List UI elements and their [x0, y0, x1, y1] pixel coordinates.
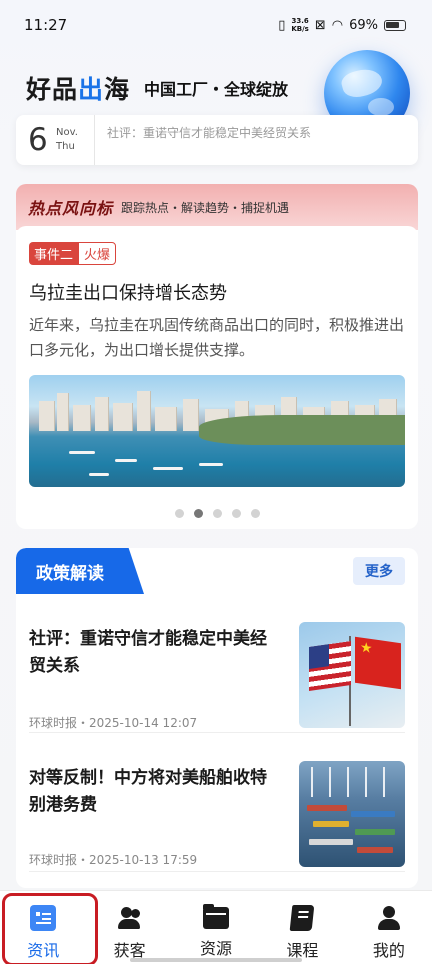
news-icon — [30, 905, 57, 931]
no-sim-icon: ⊠ — [314, 17, 326, 33]
hot-topics-title: 热点风向标 — [28, 199, 114, 218]
date-day: 6 — [28, 122, 48, 158]
china-flag — [355, 636, 401, 690]
folder-icon — [203, 904, 230, 929]
home-indicator[interactable] — [130, 958, 302, 962]
container-stack — [357, 847, 393, 853]
policy-header: 政策解读 更多 — [16, 548, 418, 594]
date-meta: Nov. Thu — [56, 126, 94, 154]
hot-topic-tags: 事件二 火爆 — [29, 242, 405, 265]
policy-tab[interactable]: 政策解读 — [16, 548, 144, 594]
book-icon — [290, 905, 315, 931]
news-title[interactable]: 社评：重诺守信才能稳定中美经贸关系 — [29, 626, 269, 680]
nav-label: 资源 — [200, 939, 233, 958]
building — [183, 399, 199, 431]
shoreline — [199, 415, 405, 445]
boat — [115, 459, 137, 462]
building — [113, 403, 133, 431]
bottom-nav: 资讯 获客 资源 课程 我的 — [0, 890, 432, 964]
status-icons: ▯ 33.6 KB/s ⊠ ◠ 69% — [278, 17, 406, 33]
brand-logo: 好品出海 — [26, 70, 130, 106]
building — [73, 405, 91, 431]
wifi-icon: ◠ — [331, 17, 344, 33]
date-weekday: Thu — [56, 141, 75, 152]
building — [39, 401, 55, 431]
crane — [329, 767, 331, 797]
news-meta: 环球时报・2025-10-13 17:59 — [29, 853, 198, 867]
nav-item-courses[interactable]: 课程 — [259, 891, 345, 964]
status-bar: 11:27 ▯ 33.6 KB/s ⊠ ◠ 69% — [0, 0, 432, 50]
building — [155, 407, 177, 431]
battery-percent: 69% — [349, 17, 378, 33]
carousel-dot[interactable] — [250, 509, 260, 518]
boat — [69, 451, 95, 454]
news-item[interactable]: 社评：重诺守信才能稳定中美经贸关系 环球时报・2025-10-14 12:07 — [29, 594, 405, 733]
brand-logo-accent: 出 — [78, 75, 105, 104]
boat — [153, 467, 183, 470]
flags-thumbnail[interactable] — [299, 622, 405, 728]
container-stack — [351, 811, 395, 817]
brand-header: 好品出海 中国工厂・全球绽放 — [26, 70, 288, 106]
hot-tag: 火爆 — [78, 242, 117, 265]
date-headline[interactable]: 社评：重诺守信才能稳定中美经贸关系 — [107, 124, 311, 141]
brand-logo-part1: 好品 — [26, 75, 79, 104]
divider — [94, 115, 95, 165]
hot-topic-title[interactable]: 乌拉圭出口保持增长态势 — [29, 279, 405, 305]
nav-label: 资讯 — [27, 941, 60, 960]
container-stack — [309, 839, 353, 845]
hot-topics-section: 热点风向标 跟踪热点・解读趋势・捕捉机遇 事件二 火爆 乌拉圭出口保持增长态势 … — [16, 184, 418, 529]
carousel-dot-active[interactable] — [193, 509, 203, 518]
more-button[interactable]: 更多 — [353, 557, 405, 585]
carousel-dot[interactable] — [231, 509, 241, 518]
building — [57, 393, 69, 431]
carousel-indicator[interactable] — [29, 509, 405, 518]
battery-icon — [384, 19, 406, 31]
status-time: 11:27 — [24, 16, 68, 34]
crane — [365, 767, 367, 797]
date-month: Nov. — [56, 127, 78, 138]
date-headline-card[interactable]: 6 Nov. Thu 社评：重诺守信才能稳定中美经贸关系 — [16, 115, 418, 165]
hot-topic-description: 近年来，乌拉圭在巩固传统商品出口的同时，积极推进出口多元化，为出口增长提供支撑。 — [29, 316, 405, 359]
hot-topics-header: 热点风向标 跟踪热点・解读趋势・捕捉机遇 — [16, 184, 418, 230]
crane — [383, 767, 385, 797]
boat — [199, 463, 223, 466]
hot-topic-card[interactable]: 事件二 火爆 乌拉圭出口保持增长态势 近年来，乌拉圭在巩固传统商品出口的同时，积… — [16, 226, 418, 518]
building — [137, 391, 151, 431]
hot-topics-subtitle: 跟踪热点・解读趋势・捕捉机遇 — [121, 200, 290, 215]
boat — [89, 473, 109, 476]
us-flag — [309, 641, 351, 691]
container-stack — [313, 821, 349, 827]
nav-item-customers[interactable]: 获客 — [86, 891, 172, 964]
container-stack — [355, 829, 395, 835]
news-item[interactable]: 对等反制！中方将对美船舶收特别港务费 环球时报・2025-10-13 17:59 — [29, 733, 405, 872]
container-stack — [307, 805, 347, 811]
harbor-image[interactable] — [29, 375, 405, 487]
brand-slogan: 中国工厂・全球绽放 — [144, 80, 289, 99]
nav-item-me[interactable]: 我的 — [346, 891, 432, 964]
carousel-dot[interactable] — [174, 509, 184, 518]
nav-item-resources[interactable]: 资源 — [173, 891, 259, 964]
net-speed-value: 33.6 — [291, 17, 309, 25]
users-icon — [117, 905, 143, 931]
vibrate-icon: ▯ — [278, 17, 286, 33]
building — [95, 397, 109, 431]
carousel-dot[interactable] — [212, 509, 222, 518]
policy-section: 政策解读 更多 社评：重诺守信才能稳定中美经贸关系 环球时报・2025-10-1… — [16, 548, 418, 888]
news-meta: 环球时报・2025-10-14 12:07 — [29, 716, 198, 730]
net-speed-unit: KB/s — [291, 25, 309, 33]
port-thumbnail[interactable] — [299, 761, 405, 867]
nav-item-news[interactable]: 资讯 — [0, 891, 99, 964]
nav-label: 我的 — [372, 941, 405, 960]
crane — [347, 767, 349, 797]
net-speed: 33.6 KB/s — [291, 17, 308, 33]
brand-logo-part2: 海 — [104, 75, 131, 104]
crane — [311, 767, 313, 797]
event-tag: 事件二 — [29, 242, 79, 265]
news-title[interactable]: 对等反制！中方将对美船舶收特别港务费 — [29, 765, 269, 819]
person-icon — [376, 905, 402, 931]
